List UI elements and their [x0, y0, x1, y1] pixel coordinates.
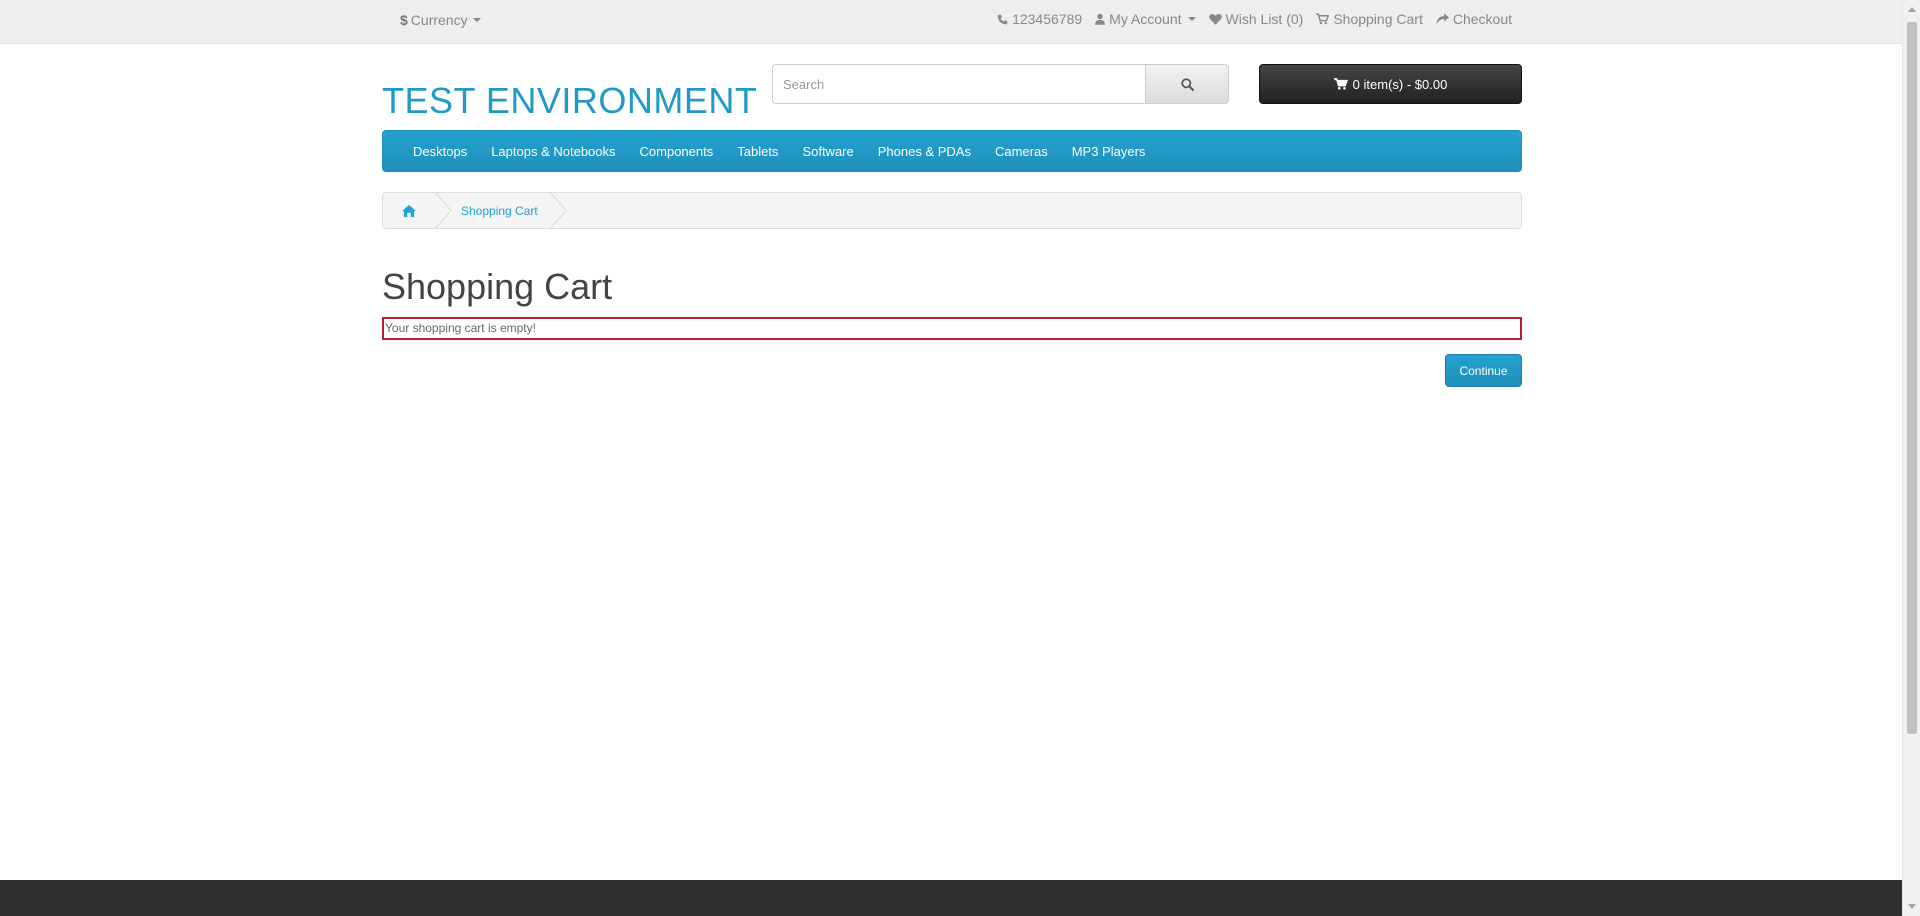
- my-account-link[interactable]: My Account: [1095, 11, 1196, 27]
- search-input[interactable]: [772, 64, 1145, 104]
- chevron-down-icon: [1187, 17, 1196, 21]
- top-bar: $ Currency 123456789 My Account Wish Lis…: [0, 0, 1902, 44]
- menu-item-cameras[interactable]: Cameras: [983, 144, 1060, 159]
- heart-icon: [1208, 14, 1222, 25]
- menu-item-laptops-notebooks[interactable]: Laptops & Notebooks: [479, 144, 627, 159]
- phone-icon: [997, 14, 1008, 24]
- search-bar: [772, 64, 1229, 104]
- continue-button[interactable]: Continue: [1445, 354, 1522, 387]
- phone-number: 123456789: [1012, 11, 1083, 27]
- top-links: 123456789 My Account Wish List (0) Shopp…: [997, 11, 1512, 27]
- currency-label: Currency: [410, 12, 468, 28]
- top-bar-container: $ Currency 123456789 My Account Wish Lis…: [382, 0, 1522, 44]
- menu-item-components[interactable]: Components: [628, 144, 726, 159]
- wishlist-label: Wish List (0): [1225, 11, 1304, 27]
- breadcrumb-separator: [435, 193, 452, 228]
- breadcrumb-shopping-cart[interactable]: Shopping Cart: [453, 204, 550, 218]
- share-icon: [1436, 13, 1449, 24]
- menu-item-phones-pdas[interactable]: Phones & PDAs: [866, 144, 983, 159]
- my-account-label: My Account: [1109, 11, 1182, 27]
- menu-item-mp3-players[interactable]: MP3 Players: [1060, 144, 1158, 159]
- search-button[interactable]: [1145, 64, 1229, 104]
- currency-symbol: $: [400, 12, 408, 28]
- menu-item-desktops[interactable]: Desktops: [401, 144, 479, 159]
- currency-dropdown[interactable]: $ Currency: [400, 12, 481, 28]
- site-logo[interactable]: TEST ENVIRONMENT: [382, 80, 757, 122]
- main-menu: Desktops Laptops & Notebooks Components …: [382, 130, 1522, 172]
- empty-cart-message: Your shopping cart is empty!: [382, 317, 1522, 340]
- menu-item-tablets[interactable]: Tablets: [725, 144, 790, 159]
- home-icon: [402, 204, 416, 217]
- breadcrumb-separator: [549, 193, 567, 228]
- search-icon: [1180, 77, 1194, 91]
- cart-summary-button[interactable]: 0 item(s) - $0.00: [1259, 64, 1522, 104]
- breadcrumb-home[interactable]: [383, 193, 435, 228]
- cart-icon: [1316, 13, 1330, 25]
- cart-icon: [1333, 78, 1348, 90]
- checkout-link[interactable]: Checkout: [1436, 11, 1512, 27]
- scroll-down-arrow-icon[interactable]: [1908, 904, 1916, 909]
- cart-summary-label: 0 item(s) - $0.00: [1352, 76, 1448, 92]
- shopping-cart-label: Shopping Cart: [1333, 11, 1423, 27]
- shopping-cart-link[interactable]: Shopping Cart: [1316, 11, 1423, 27]
- footer: [0, 880, 1902, 916]
- wishlist-link[interactable]: Wish List (0): [1208, 11, 1304, 27]
- phone-link[interactable]: 123456789: [997, 11, 1082, 27]
- scroll-thumb[interactable]: [1907, 22, 1917, 734]
- vertical-scrollbar[interactable]: [1902, 0, 1920, 916]
- chevron-down-icon: [472, 18, 481, 22]
- breadcrumb: Shopping Cart: [382, 192, 1522, 229]
- user-icon: [1095, 13, 1106, 25]
- scroll-up-arrow-icon[interactable]: [1908, 7, 1916, 12]
- menu-item-software[interactable]: Software: [790, 144, 865, 159]
- checkout-label: Checkout: [1452, 11, 1512, 27]
- page-title: Shopping Cart: [382, 266, 613, 307]
